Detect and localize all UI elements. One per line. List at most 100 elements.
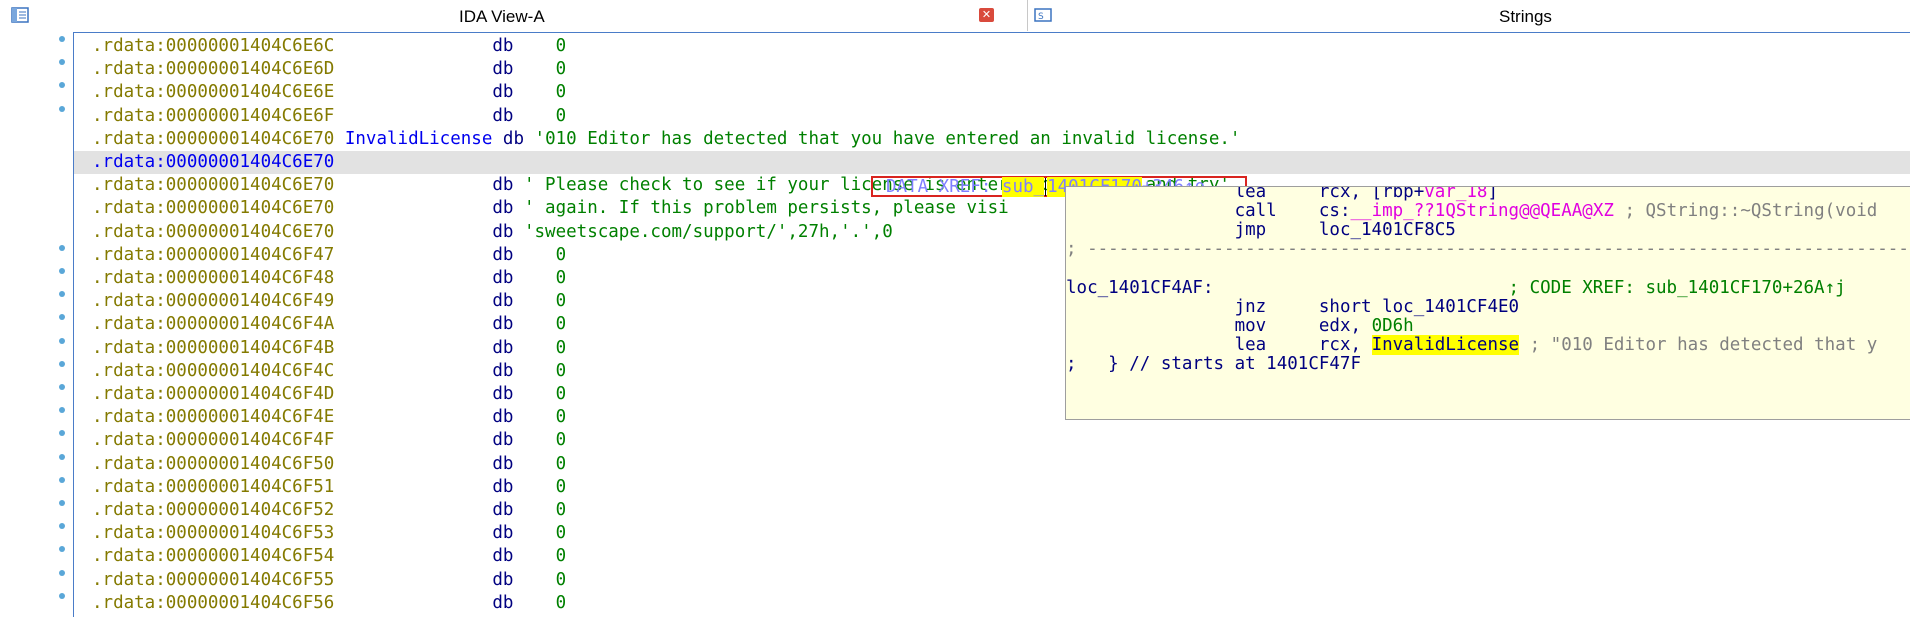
operand-value: 0 <box>513 546 567 567</box>
address[interactable]: .rdata:00000001404C6F4B <box>92 338 334 358</box>
operand-value: 0 <box>513 268 567 288</box>
listing-line[interactable]: .rdata:00000001404C6F4B db 0 <box>92 337 566 360</box>
listing-line[interactable]: .rdata:00000001404C6F4F db 0 <box>92 429 566 452</box>
address[interactable]: .rdata:00000001404C6F48 <box>92 268 334 288</box>
flow-dot <box>59 476 65 483</box>
address[interactable]: .rdata:00000001404C6F4A <box>92 314 334 334</box>
listing-line[interactable]: .rdata:00000001404C6E6F db 0 <box>92 105 566 128</box>
address[interactable]: .rdata:00000001404C6F56 <box>92 593 334 613</box>
flow-dot <box>59 337 65 344</box>
directive: db <box>492 291 514 312</box>
directive: db <box>492 82 514 103</box>
listing-line[interactable]: .rdata:00000001404C6F4E db 0 <box>92 406 566 429</box>
address[interactable]: .rdata:00000001404C6F50 <box>92 454 334 474</box>
listing-line[interactable]: .rdata:00000001404C6F52 db 0 <box>92 499 566 522</box>
address[interactable]: .rdata:00000001404C6F54 <box>92 546 334 566</box>
flow-dot <box>59 314 65 321</box>
operand-value: 0 <box>513 82 567 103</box>
mnemonic: jnz <box>1234 296 1267 317</box>
text-cursor <box>1045 178 1047 196</box>
listing-line[interactable]: .rdata:00000001404C6F55 db 0 <box>92 569 566 592</box>
flow-dot <box>59 244 65 251</box>
tab-ida-view-a[interactable]: IDA View-A ✕ <box>0 0 1027 31</box>
symbol-label[interactable]: InvalidLicense <box>334 129 493 149</box>
address[interactable]: .rdata:00000001404C6F49 <box>92 291 334 311</box>
code-label: loc_1401CF4AF: <box>1066 277 1214 298</box>
address[interactable]: .rdata:00000001404C6E70 <box>92 152 334 172</box>
address[interactable]: .rdata:00000001404C6E70 <box>92 175 334 195</box>
listing-line[interactable]: .rdata:00000001404C6F4A db 0 <box>92 313 566 336</box>
listing-gutter <box>0 33 72 616</box>
inline-comment: ; "010 Editor has detected that y <box>1519 334 1878 355</box>
listing-line[interactable]: .rdata:00000001404C6F47 db 0 <box>92 244 566 267</box>
address[interactable]: .rdata:00000001404C6E6D <box>92 59 334 79</box>
address[interactable]: .rdata:00000001404C6F4C <box>92 361 334 381</box>
listing-line[interactable]: .rdata:00000001404C6E70 <box>74 151 1910 174</box>
listing-line[interactable]: .rdata:00000001404C6F54 db 0 <box>92 545 566 568</box>
flow-dot <box>59 407 65 414</box>
listing-line[interactable]: .rdata:00000001404C6F4C db 0 <box>92 360 566 383</box>
operand-value: 0 <box>513 500 567 520</box>
operand-value: 0 <box>513 453 567 474</box>
address[interactable]: .rdata:00000001404C6F53 <box>92 523 334 543</box>
listing-line[interactable]: .rdata:00000001404C6F48 db 0 <box>92 267 566 290</box>
directive: db <box>492 384 514 404</box>
address[interactable]: .rdata:00000001404C6E6C <box>92 36 334 56</box>
operand-value: 0 <box>513 476 567 497</box>
address[interactable]: .rdata:00000001404C6F51 <box>92 477 334 497</box>
address[interactable]: .rdata:00000001404C6E70 <box>92 198 334 218</box>
listing-line[interactable]: .rdata:00000001404C6E6D db 0 <box>92 58 566 81</box>
popup-line: ; --------------------------------------… <box>1066 239 1910 260</box>
operand-value: 0 <box>513 569 567 590</box>
listing-line[interactable]: .rdata:00000001404C6F56 db 0 <box>92 592 566 615</box>
svg-text:S: S <box>1038 12 1044 22</box>
operand-value: ' again. If this problem persists, pleas… <box>513 198 1009 219</box>
address[interactable]: .rdata:00000001404C6F52 <box>92 500 334 520</box>
address[interactable]: .rdata:00000001404C6E6F <box>92 106 334 126</box>
address[interactable]: .rdata:00000001404C6F4D <box>92 384 334 404</box>
tab-strings[interactable]: S Strings <box>1028 0 1910 31</box>
operand-value: 0 <box>513 360 567 381</box>
address[interactable]: .rdata:00000001404C6F4E <box>92 407 334 427</box>
flow-dot <box>59 82 65 89</box>
directive: db <box>492 314 514 335</box>
listing-line[interactable]: .rdata:00000001404C6F51 db 0 <box>92 476 566 499</box>
tab-title: IDA View-A <box>459 7 545 26</box>
address[interactable]: .rdata:00000001404C6F4F <box>92 430 334 450</box>
address[interactable]: .rdata:00000001404C6E70 <box>92 129 334 149</box>
listing-line[interactable]: .rdata:00000001404C6F53 db 0 <box>92 522 566 545</box>
close-icon[interactable]: ✕ <box>979 8 994 22</box>
operands: edx, <box>1318 315 1372 336</box>
operands: rcx, <box>1318 334 1372 355</box>
operand-value: 0 <box>513 59 567 80</box>
directive: db <box>492 546 514 567</box>
address[interactable]: .rdata:00000001404C6F47 <box>92 245 334 265</box>
tab-title: Strings <box>1499 7 1552 26</box>
directive: db <box>492 105 514 126</box>
directive: db <box>492 59 514 80</box>
directive: db <box>492 569 514 590</box>
listing-line[interactable]: .rdata:00000001404C6F49 db 0 <box>92 290 566 313</box>
operands: loc_1401CF8C5 <box>1318 220 1456 241</box>
listing-line[interactable]: .rdata:00000001404C6E6E db 0 <box>92 81 566 104</box>
operand-symbol: __imp_??1QString@@QEAA@XZ <box>1350 201 1614 222</box>
operands: cs: <box>1318 201 1351 222</box>
address[interactable]: .rdata:00000001404C6F55 <box>92 570 334 590</box>
listing-line[interactable]: .rdata:00000001404C6F4D db 0 <box>92 383 566 406</box>
address[interactable]: .rdata:00000001404C6E6E <box>92 82 334 102</box>
listing-line[interactable]: .rdata:00000001404C6E70 InvalidLicense d… <box>92 128 1240 151</box>
directive: db <box>492 453 514 474</box>
flow-dot <box>59 546 65 553</box>
flow-dot <box>59 36 65 42</box>
listing-line[interactable]: .rdata:00000001404C6E70 db 'sweetscape.c… <box>92 221 893 244</box>
flow-dot <box>59 360 65 367</box>
listing-line[interactable]: .rdata:00000001404C6E6C db 0 <box>92 35 566 58</box>
tab-bar: IDA View-A ✕ S Strings <box>0 0 1910 31</box>
operand-value: 0 <box>513 430 567 451</box>
operands: short loc_1401CF4E0 <box>1318 296 1520 317</box>
listing-line[interactable]: .rdata:00000001404C6F50 db 0 <box>92 453 566 476</box>
listing-line[interactable]: .rdata:00000001404C6E70 db ' again. If t… <box>92 197 1009 220</box>
address[interactable]: .rdata:00000001404C6E70 <box>92 222 334 242</box>
flow-dot <box>59 105 65 112</box>
operand-symbol: 0D6h <box>1371 315 1414 336</box>
